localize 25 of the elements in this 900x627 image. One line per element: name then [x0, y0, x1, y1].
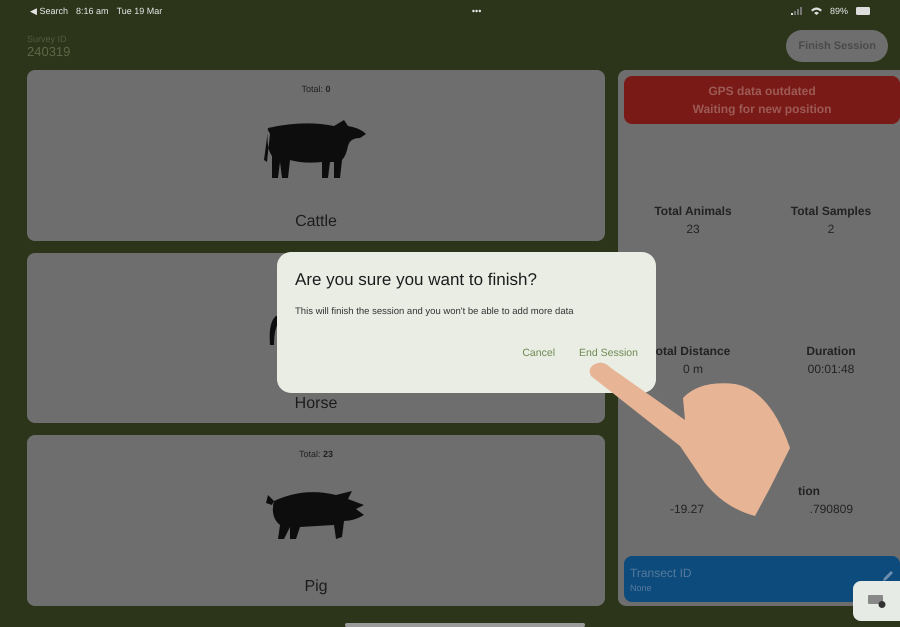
- battery-percent: 89%: [830, 6, 848, 16]
- location-label: tion: [798, 484, 820, 500]
- dialog-message: This will finish the session and you won't be able to add more data: [295, 306, 575, 317]
- transect-value: None: [630, 582, 652, 592]
- stat-value: 0 m: [682, 362, 703, 376]
- status-time: 8:16 am: [76, 6, 109, 16]
- animal-name: Pig: [304, 578, 328, 596]
- dialog-title: Are you sure you want to finish?: [295, 270, 538, 290]
- stat-label: Total Samples: [790, 204, 872, 218]
- alert-text: GPS data outdated: [708, 83, 816, 100]
- animal-name: Horse: [294, 395, 338, 414]
- stat-label: Total Animals: [654, 204, 732, 218]
- stat-value: 00:01:48: [808, 362, 854, 376]
- animal-name: Cattle: [295, 212, 337, 231]
- location-value: .790809: [810, 502, 853, 516]
- location-value: -19.27: [670, 502, 704, 516]
- status-date: Tue 19 Mar: [116, 6, 162, 16]
- animal-total: Total: 23: [298, 449, 334, 460]
- animal-total: Total: 0: [301, 84, 331, 94]
- alert-text: Waiting for new position: [692, 101, 832, 118]
- stat-value: 2: [828, 222, 834, 236]
- stat-label: otal Distance: [656, 344, 730, 358]
- stat-label: Duration: [806, 344, 856, 358]
- transect-label: Transect ID: [630, 566, 692, 580]
- stat-value: 23: [686, 222, 700, 236]
